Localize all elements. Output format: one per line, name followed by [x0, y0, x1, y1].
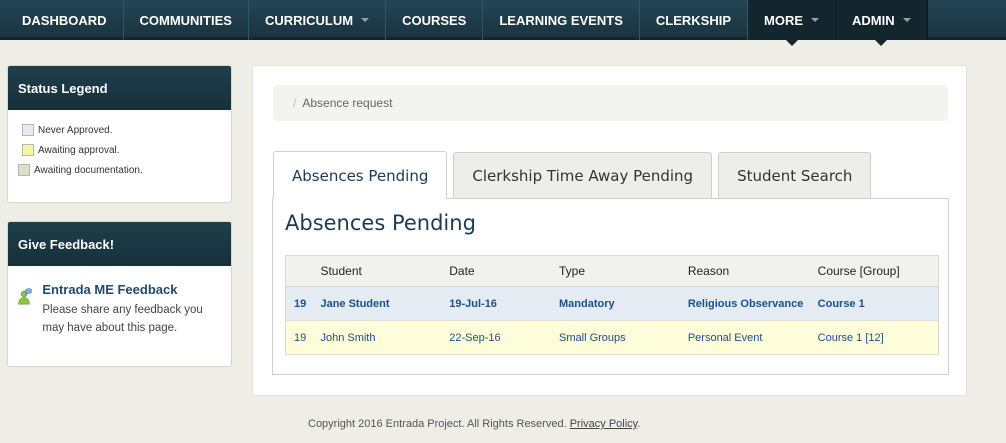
table-header[interactable]: Type	[559, 255, 688, 287]
legend-label: Never Approved.	[38, 124, 113, 136]
legend-swatch	[18, 164, 30, 176]
caret-down-icon	[361, 18, 370, 22]
row-date[interactable]: 19-Jul-16	[449, 286, 560, 321]
absences-table: Student Date Type Reason Course [Group] …	[285, 255, 939, 355]
tab-absences-pending[interactable]: Absences Pending	[273, 151, 448, 199]
footer-period: .	[637, 418, 641, 430]
feedback-title: Give Feedback!	[8, 222, 231, 266]
status-legend-box: Status Legend Never Approved. Awaiting a…	[7, 65, 232, 203]
legend-never-approved: Never Approved.	[8, 120, 231, 140]
tab-student-search[interactable]: Student Search	[718, 152, 872, 198]
section-title: Absences Pending	[285, 211, 476, 235]
row-reason[interactable]: Religious Observance	[687, 286, 818, 321]
copyright-text: Copyright 2016 Entrada Project. All Righ…	[308, 418, 567, 430]
row-date[interactable]: 22-Sep-16	[449, 320, 560, 355]
table-header[interactable]: Date	[449, 255, 560, 287]
table-row[interactable]: 19 Jane Student 19-Jul-16 Mandatory Reli…	[285, 286, 939, 321]
nav-label: MORE	[764, 12, 803, 28]
legend-label: Awaiting approval.	[38, 144, 120, 156]
row-id: 19	[285, 286, 321, 321]
row-course[interactable]: Course 1 [12]	[817, 320, 939, 355]
tab-content: Absences Pending Student Date Type Reaso…	[272, 198, 949, 375]
nav-label: LEARNING EVENTS	[499, 12, 623, 28]
nav-more[interactable]: MORE	[748, 0, 836, 46]
nav-clerkship[interactable]: CLERKSHIP	[640, 0, 748, 40]
row-type[interactable]: Small Groups	[559, 320, 688, 355]
nav-label: DASHBOARD	[22, 12, 107, 28]
legend-swatch	[22, 144, 34, 156]
feedback-box: Give Feedback! Entrada ME Feedback Pleas…	[7, 221, 232, 367]
nav-pointer	[785, 40, 798, 46]
breadcrumb: / Absence request	[273, 85, 948, 121]
table-header-row: Student Date Type Reason Course [Group]	[285, 255, 939, 287]
nav-dashboard[interactable]: DASHBOARD	[0, 0, 124, 40]
breadcrumb-separator: /	[293, 96, 297, 110]
table-header[interactable]: Reason	[687, 255, 818, 287]
status-legend-title: Status Legend	[8, 66, 231, 110]
table-header	[285, 255, 321, 287]
caret-down-icon	[902, 18, 911, 22]
tab-bar: Absences Pending Clerkship Time Away Pen…	[273, 151, 877, 199]
table-header[interactable]: Student	[320, 255, 450, 287]
row-course[interactable]: Course 1	[817, 286, 939, 321]
legend-awaiting-documentation: Awaiting documentation.	[8, 160, 231, 180]
row-reason[interactable]: Personal Event	[687, 320, 818, 355]
table-header[interactable]: Course [Group]	[817, 255, 939, 287]
nav-label: COMMUNITIES	[139, 12, 232, 28]
breadcrumb-current: Absence request	[302, 96, 393, 110]
row-type[interactable]: Mandatory	[559, 286, 688, 321]
row-id: 19	[285, 320, 321, 355]
nav-admin[interactable]: ADMIN	[836, 0, 928, 46]
nav-courses[interactable]: COURSES	[386, 0, 484, 40]
nav-label: ADMIN	[852, 12, 895, 28]
nav-label: COURSES	[402, 12, 467, 28]
tab-clerkship-time-away[interactable]: Clerkship Time Away Pending	[453, 152, 713, 198]
legend-label: Awaiting documentation.	[34, 164, 143, 176]
legend-awaiting-approval: Awaiting approval.	[8, 140, 231, 160]
feedback-description: Please share any feedback you may have a…	[42, 304, 203, 334]
caret-down-icon	[811, 18, 819, 22]
legend-swatch	[22, 124, 34, 136]
table-row[interactable]: 19 John Smith 22-Sep-16 Small Groups Per…	[285, 320, 939, 355]
entrada-feedback-link[interactable]: Entrada ME Feedback	[42, 282, 221, 297]
row-student[interactable]: Jane Student	[320, 286, 450, 321]
nav-label: CURRICULUM	[264, 12, 354, 28]
nav-communities[interactable]: COMMUNITIES	[124, 0, 249, 40]
main-panel: / Absence request Absences Pending Clerk…	[252, 65, 967, 396]
row-student[interactable]: John Smith	[320, 320, 450, 355]
nav-label: CLERKSHIP	[655, 12, 731, 28]
top-navbar: DASHBOARD COMMUNITIES CURRICULUM COURSES…	[0, 0, 1006, 46]
privacy-policy-link[interactable]: Privacy Policy	[570, 418, 638, 430]
nav-learning-events[interactable]: LEARNING EVENTS	[483, 0, 640, 40]
nav-pointer	[875, 40, 888, 46]
nav-curriculum[interactable]: CURRICULUM	[249, 0, 387, 40]
user-feedback-icon	[18, 288, 33, 305]
